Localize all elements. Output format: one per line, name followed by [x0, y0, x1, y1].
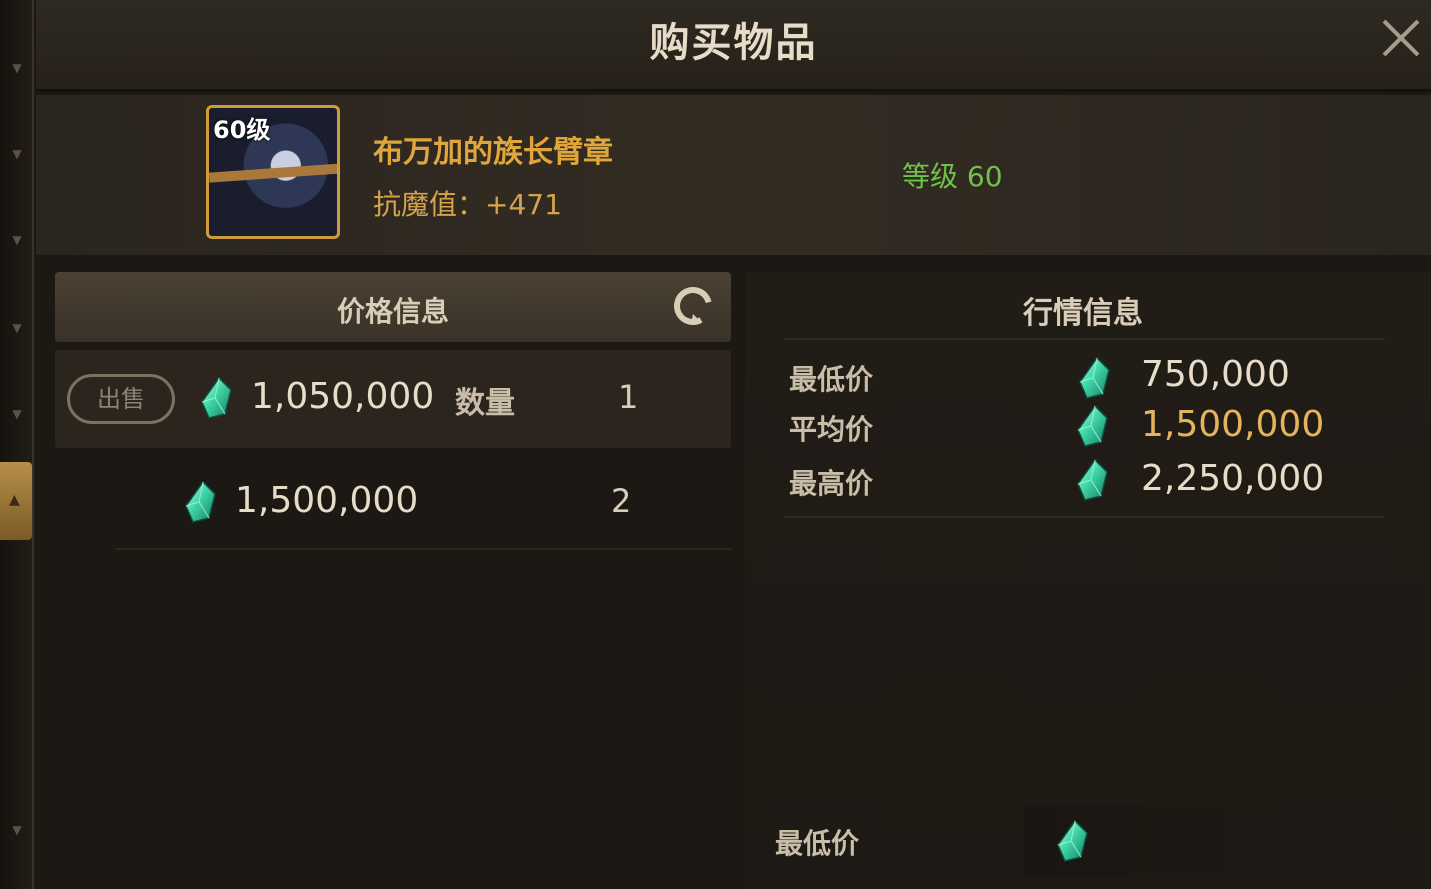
listing-price: 1,500,000: [235, 480, 419, 521]
gem-icon: [1075, 404, 1109, 448]
armband-strap: [209, 163, 337, 183]
avg-price-label: 平均价: [789, 413, 874, 446]
item-level: 等级 60: [902, 160, 1003, 193]
divider: [785, 338, 1385, 340]
window-title: 购买物品: [649, 20, 818, 66]
chevron-down-icon[interactable]: ▼: [8, 148, 26, 160]
item-level-badge: 60级: [213, 116, 271, 144]
sell-button[interactable]: 出售: [67, 374, 175, 424]
item-summary: 60级 布万加的族长臂章 抗魔值：+471 等级 60: [36, 95, 1431, 255]
gem-icon: [1075, 458, 1109, 502]
close-icon[interactable]: [1377, 14, 1425, 62]
chevron-down-icon[interactable]: ▼: [8, 824, 26, 836]
market-panel: 行情信息 最低价 750,000 平均价 1,500,000 最高价 2,250…: [745, 272, 1431, 889]
price-header: 价格信息: [55, 272, 731, 342]
side-strip: ▼ ▼ ▼ ▼ ▼ ▲ ▼: [0, 0, 34, 889]
gem-icon: [183, 480, 217, 524]
min-price-field[interactable]: [1023, 805, 1423, 877]
chevron-down-icon[interactable]: ▼: [8, 234, 26, 246]
chevron-down-icon[interactable]: ▼: [8, 62, 26, 74]
max-price-value: 2,250,000: [1141, 458, 1325, 499]
listing-row[interactable]: 1,500,000 2: [115, 452, 731, 550]
armband-icon[interactable]: 60级: [206, 105, 340, 239]
gem-icon: [1055, 819, 1089, 863]
min-price-label: 最低价: [789, 363, 874, 396]
gem-icon: [199, 376, 233, 420]
chevron-up-icon: ▲: [9, 492, 20, 508]
divider: [785, 516, 1385, 518]
market-panel-title: 行情信息: [1023, 296, 1143, 331]
price-panel-title: 价格信息: [336, 295, 449, 328]
side-tab-active[interactable]: ▲: [0, 462, 32, 540]
item-stat: 抗魔值：+471: [373, 188, 562, 221]
gem-icon: [1077, 356, 1111, 400]
item-name: 布万加的族长臂章: [373, 135, 613, 170]
price-panel: 价格信息 出售 1,050,000 数量 1 1,500,000 2: [55, 272, 731, 889]
listing-quantity: 1: [618, 378, 639, 416]
min-price-value: 750,000: [1141, 354, 1290, 395]
listing-price: 1,050,000: [251, 376, 435, 417]
title-bar: 购买物品: [36, 0, 1431, 92]
listing-row[interactable]: 出售 1,050,000 数量 1: [55, 350, 731, 448]
bottom-min-price-label: 最低价: [775, 827, 860, 860]
avg-price-value: 1,500,000: [1141, 404, 1325, 445]
listing-quantity: 2: [611, 482, 632, 520]
chevron-down-icon[interactable]: ▼: [8, 408, 26, 420]
chevron-down-icon[interactable]: ▼: [8, 322, 26, 334]
refresh-icon[interactable]: [671, 284, 715, 328]
quantity-label: 数量: [455, 386, 515, 421]
max-price-label: 最高价: [789, 467, 874, 500]
